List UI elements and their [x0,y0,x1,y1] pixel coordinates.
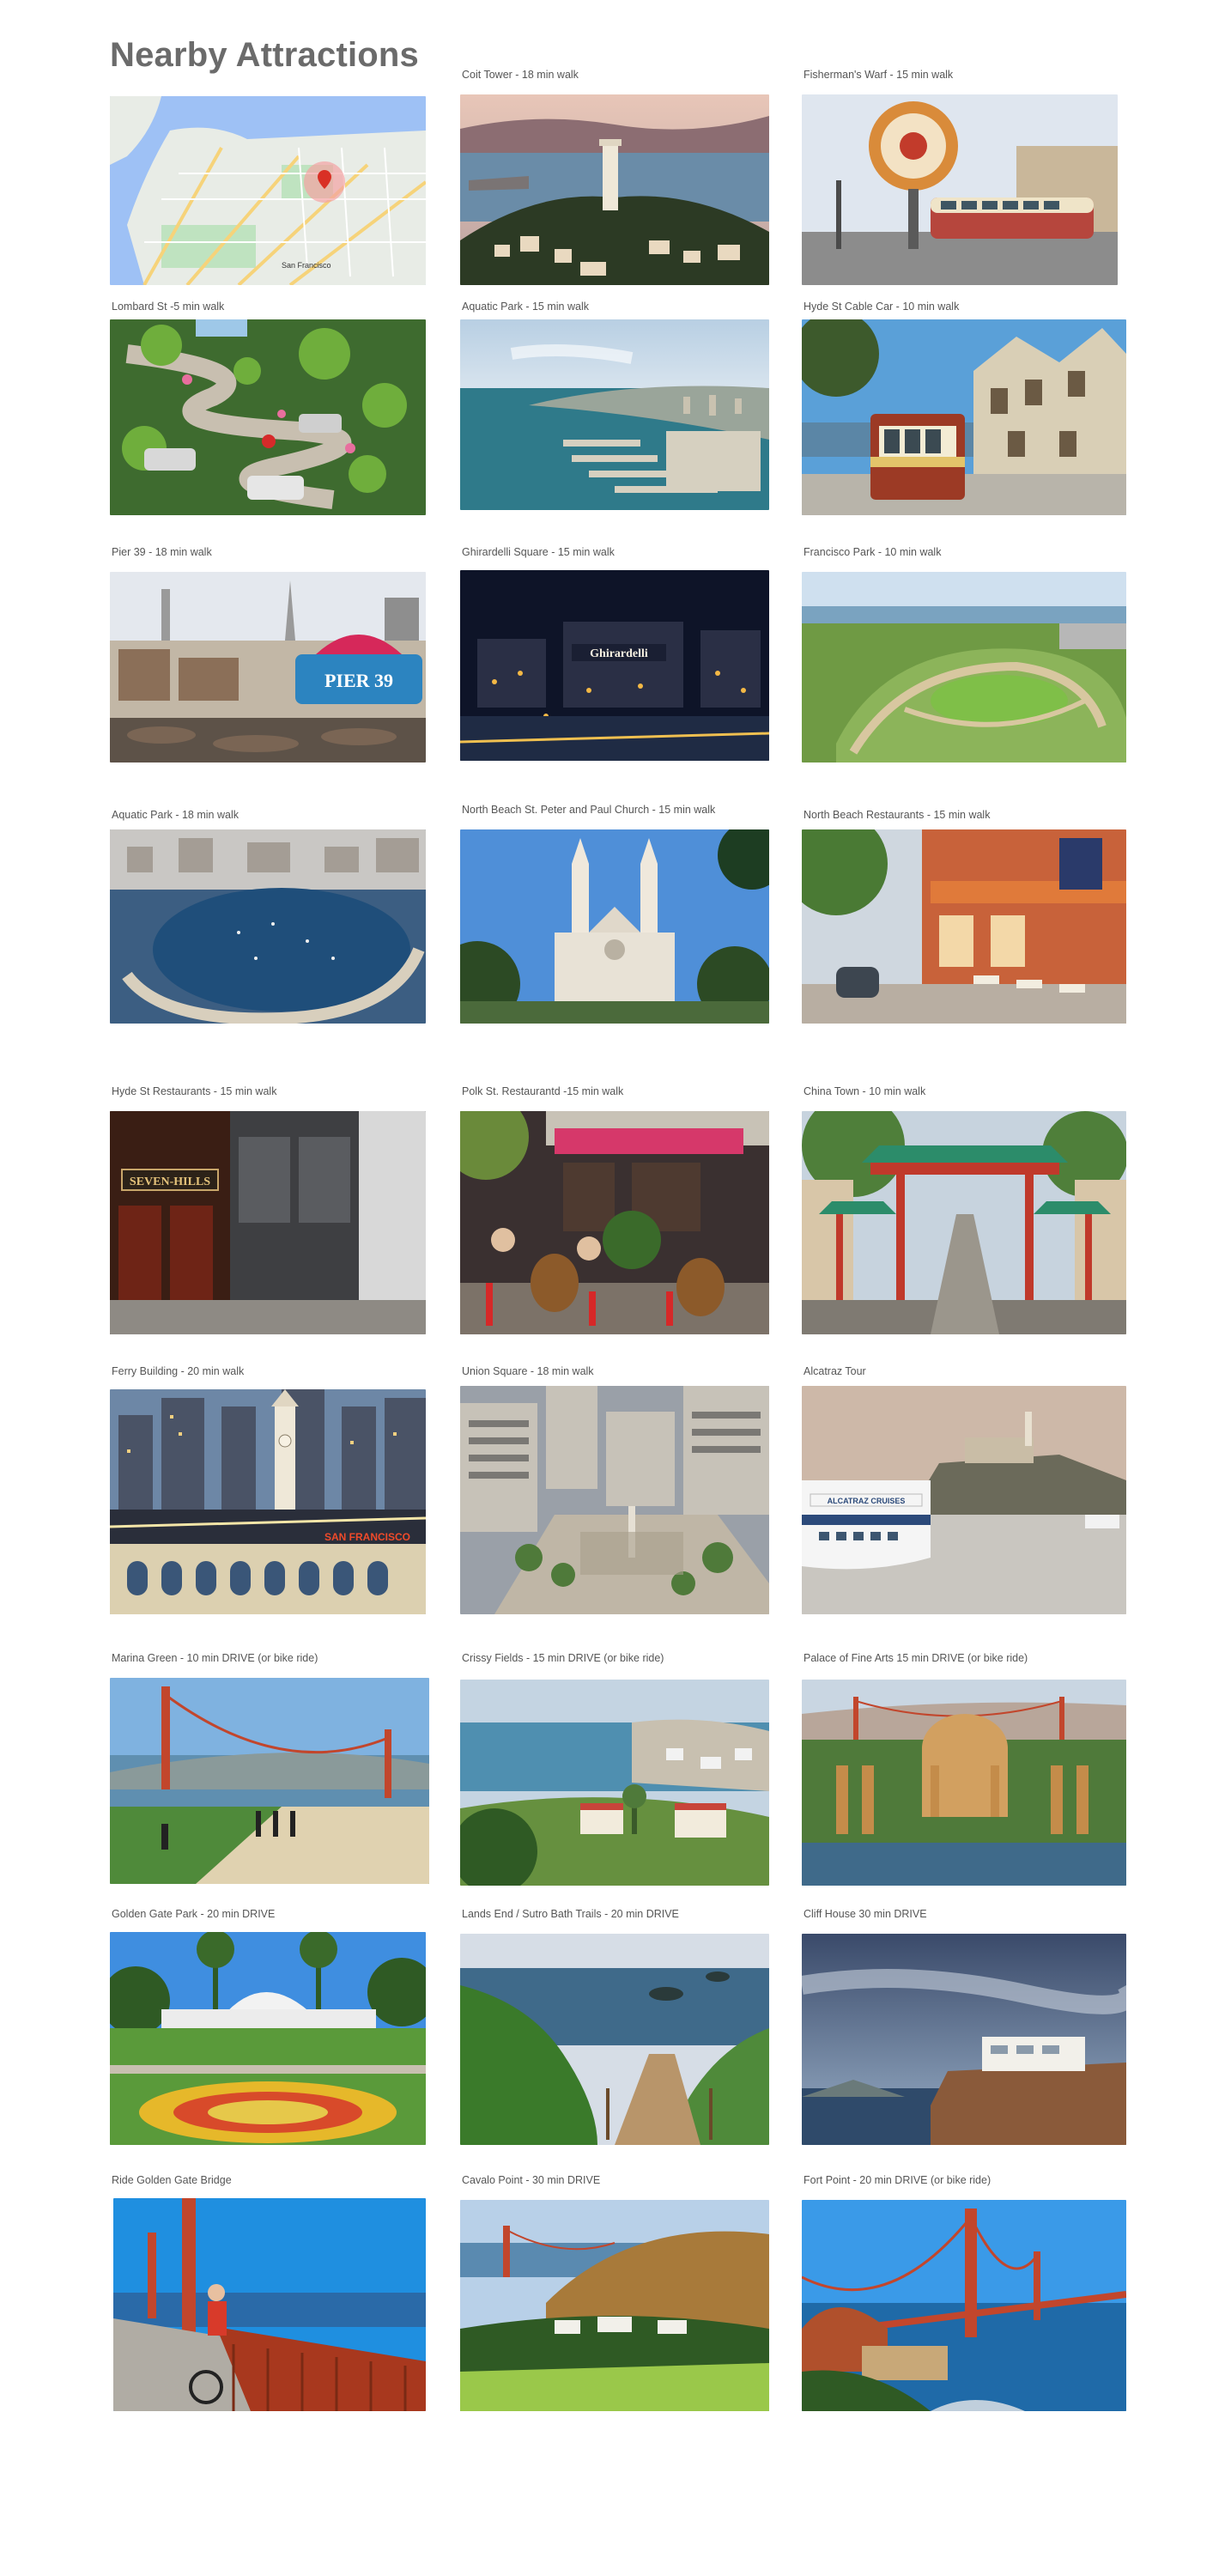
alcatraz-boat-text: ALCATRAZ CRUISES [828,1497,906,1505]
attraction-card-polk-restaurants[interactable]: Polk St. Restaurantd -15 min walk [460,1085,769,1334]
attraction-caption: Fort Point - 20 min DRIVE (or bike ride) [803,2174,991,2186]
bike-golden-gate-photo[interactable] [113,2198,426,2411]
fort-point-photo[interactable] [802,2200,1126,2411]
cable-car-photo[interactable] [802,319,1126,515]
attraction-card-aquatic-park-cove[interactable]: Aquatic Park - 18 min walk [110,809,426,1024]
francisco-park-photo[interactable] [802,572,1126,762]
pier-39-photo[interactable]: PIER 39 [110,572,426,762]
cliff-house-photo[interactable] [802,1934,1126,2145]
attraction-caption: Lombard St -5 min walk [112,301,225,313]
north-beach-restaurants-photo[interactable] [802,829,1126,1024]
union-square-photo[interactable] [460,1386,769,1614]
church-photo[interactable] [460,829,769,1024]
attraction-card-chinatown[interactable]: China Town - 10 min walk [802,1085,1126,1334]
attraction-card-golden-gate-park[interactable]: Golden Gate Park - 20 min DRIVE [110,1908,426,2145]
page-title: Nearby Attractions [110,36,419,74]
attraction-card-union-square[interactable]: Union Square - 18 min walk [460,1365,769,1614]
coit-tower-photo[interactable] [460,94,769,285]
attraction-card-fort-point[interactable]: Fort Point - 20 min DRIVE (or bike ride) [802,2174,1126,2411]
attraction-caption: Fisherman's Warf - 15 min walk [803,69,954,81]
fishermans-wharf-photo[interactable] [802,94,1118,285]
attraction-caption: Polk St. Restaurantd -15 min walk [462,1085,624,1097]
hyde-st-restaurants-photo[interactable]: SEVEN-HILLS [110,1111,426,1334]
attraction-card-francisco-park[interactable]: Francisco Park - 10 min walk [802,546,1126,762]
attraction-caption: Marina Green - 10 min DRIVE (or bike rid… [112,1652,318,1664]
attraction-card-crissy-field[interactable]: Crissy Fields - 15 min DRIVE (or bike ri… [460,1652,769,1886]
attraction-card-hyde-restaurants[interactable]: Hyde St Restaurants - 15 min walk SEVEN-… [110,1085,426,1334]
attraction-caption: Crissy Fields - 15 min DRIVE (or bike ri… [462,1652,664,1664]
attraction-card-cavallo-point[interactable]: Cavalo Point - 30 min DRIVE [460,2174,769,2411]
attraction-caption: North Beach Restaurants - 15 min walk [803,809,991,821]
ferry-sign-text: SAN FRANCISCO [324,1531,410,1543]
attraction-caption: Cliff House 30 min DRIVE [803,1908,927,1920]
lombard-street-photo[interactable] [110,319,426,515]
attraction-caption: Palace of Fine Arts 15 min DRIVE (or bik… [803,1652,1028,1664]
attraction-caption: Cavalo Point - 30 min DRIVE [462,2174,601,2186]
lands-end-photo[interactable] [460,1934,769,2145]
attraction-card-st-peter-paul[interactable]: North Beach St. Peter and Paul Church - … [460,804,769,1024]
attraction-caption: Hyde St Restaurants - 15 min walk [112,1085,277,1097]
map-thumbnail[interactable]: San Francisco [110,96,426,285]
attraction-card-aquatic-park[interactable]: Aquatic Park - 15 min walk [460,301,769,515]
attraction-card-pier-39[interactable]: Pier 39 - 18 min walk PIER 39 [110,546,426,762]
ghirardelli-square-photo[interactable]: Ghirardelli [460,570,769,761]
aquatic-park-cove-photo[interactable] [110,829,426,1024]
attraction-card-palace-fine-arts[interactable]: Palace of Fine Arts 15 min DRIVE (or bik… [802,1652,1126,1886]
attraction-caption: Pier 39 - 18 min walk [112,546,212,558]
marina-green-photo[interactable] [110,1678,429,1884]
attraction-card-hyde-cable-car[interactable]: Hyde St Cable Car - 10 min walk [802,301,1126,515]
attraction-card-ghirardelli[interactable]: Ghirardelli Square - 15 min walk Ghirard… [460,546,769,762]
aquatic-park-aerial-photo[interactable] [460,319,769,510]
map-label: San Francisco [282,261,331,270]
attraction-caption: Ferry Building - 20 min walk [112,1365,245,1377]
attraction-caption: Lands End / Sutro Bath Trails - 20 min D… [462,1908,679,1920]
attraction-card-cliff-house[interactable]: Cliff House 30 min DRIVE [802,1908,1126,2145]
attraction-card-ferry-building[interactable]: Ferry Building - 20 min walk SAN FRANCIS… [110,1365,426,1614]
attraction-card-coit-tower[interactable]: Coit Tower - 18 min walk [460,69,769,285]
attraction-card-fishermans-wharf[interactable]: Fisherman's Warf - 15 min walk [802,69,1126,285]
cavallo-point-photo[interactable] [460,2200,769,2411]
attraction-caption: Francisco Park - 10 min walk [803,546,942,558]
chinatown-gate-photo[interactable] [802,1111,1126,1334]
attraction-caption: Ride Golden Gate Bridge [112,2174,232,2186]
attraction-caption: Aquatic Park - 15 min walk [462,301,589,313]
attraction-card-lombard-st[interactable]: Lombard St -5 min walk [110,301,426,515]
ghirardelli-sign-text: Ghirardelli [590,647,648,660]
polk-st-restaurants-photo[interactable] [460,1111,769,1334]
attraction-caption: Hyde St Cable Car - 10 min walk [803,301,960,313]
attraction-caption: Union Square - 18 min walk [462,1365,594,1377]
ferry-building-photo[interactable]: SAN FRANCISCO [110,1389,426,1614]
attraction-caption: Aquatic Park - 18 min walk [112,809,239,821]
attraction-card-north-beach-restaurants[interactable]: North Beach Restaurants - 15 min walk [802,809,1126,1024]
palace-of-fine-arts-photo[interactable] [802,1680,1126,1886]
attraction-card-bike-golden-gate[interactable]: Ride Golden Gate Bridge [110,2174,426,2411]
alcatraz-tour-photo[interactable]: ALCATRAZ CRUISES [802,1386,1126,1614]
attraction-caption: Golden Gate Park - 20 min DRIVE [112,1908,276,1920]
pier-sign-text: PIER 39 [324,670,393,691]
attraction-caption: Coit Tower - 18 min walk [462,69,579,81]
attraction-caption: North Beach St. Peter and Paul Church - … [462,804,716,816]
attraction-caption: Ghirardelli Square - 15 min walk [462,546,615,558]
golden-gate-park-photo[interactable] [110,1932,426,2145]
attraction-card-map[interactable]: San Francisco [110,96,426,285]
attraction-caption: Alcatraz Tour [803,1365,866,1377]
attraction-card-lands-end[interactable]: Lands End / Sutro Bath Trails - 20 min D… [460,1908,769,2145]
attraction-card-alcatraz[interactable]: Alcatraz Tour ALCATRAZ CRUISES [802,1365,1126,1614]
attraction-card-marina-green[interactable]: Marina Green - 10 min DRIVE (or bike rid… [110,1652,429,1886]
crissy-field-photo[interactable] [460,1680,769,1886]
attraction-caption: China Town - 10 min walk [803,1085,926,1097]
seven-hills-sign-text: SEVEN-HILLS [130,1176,210,1188]
